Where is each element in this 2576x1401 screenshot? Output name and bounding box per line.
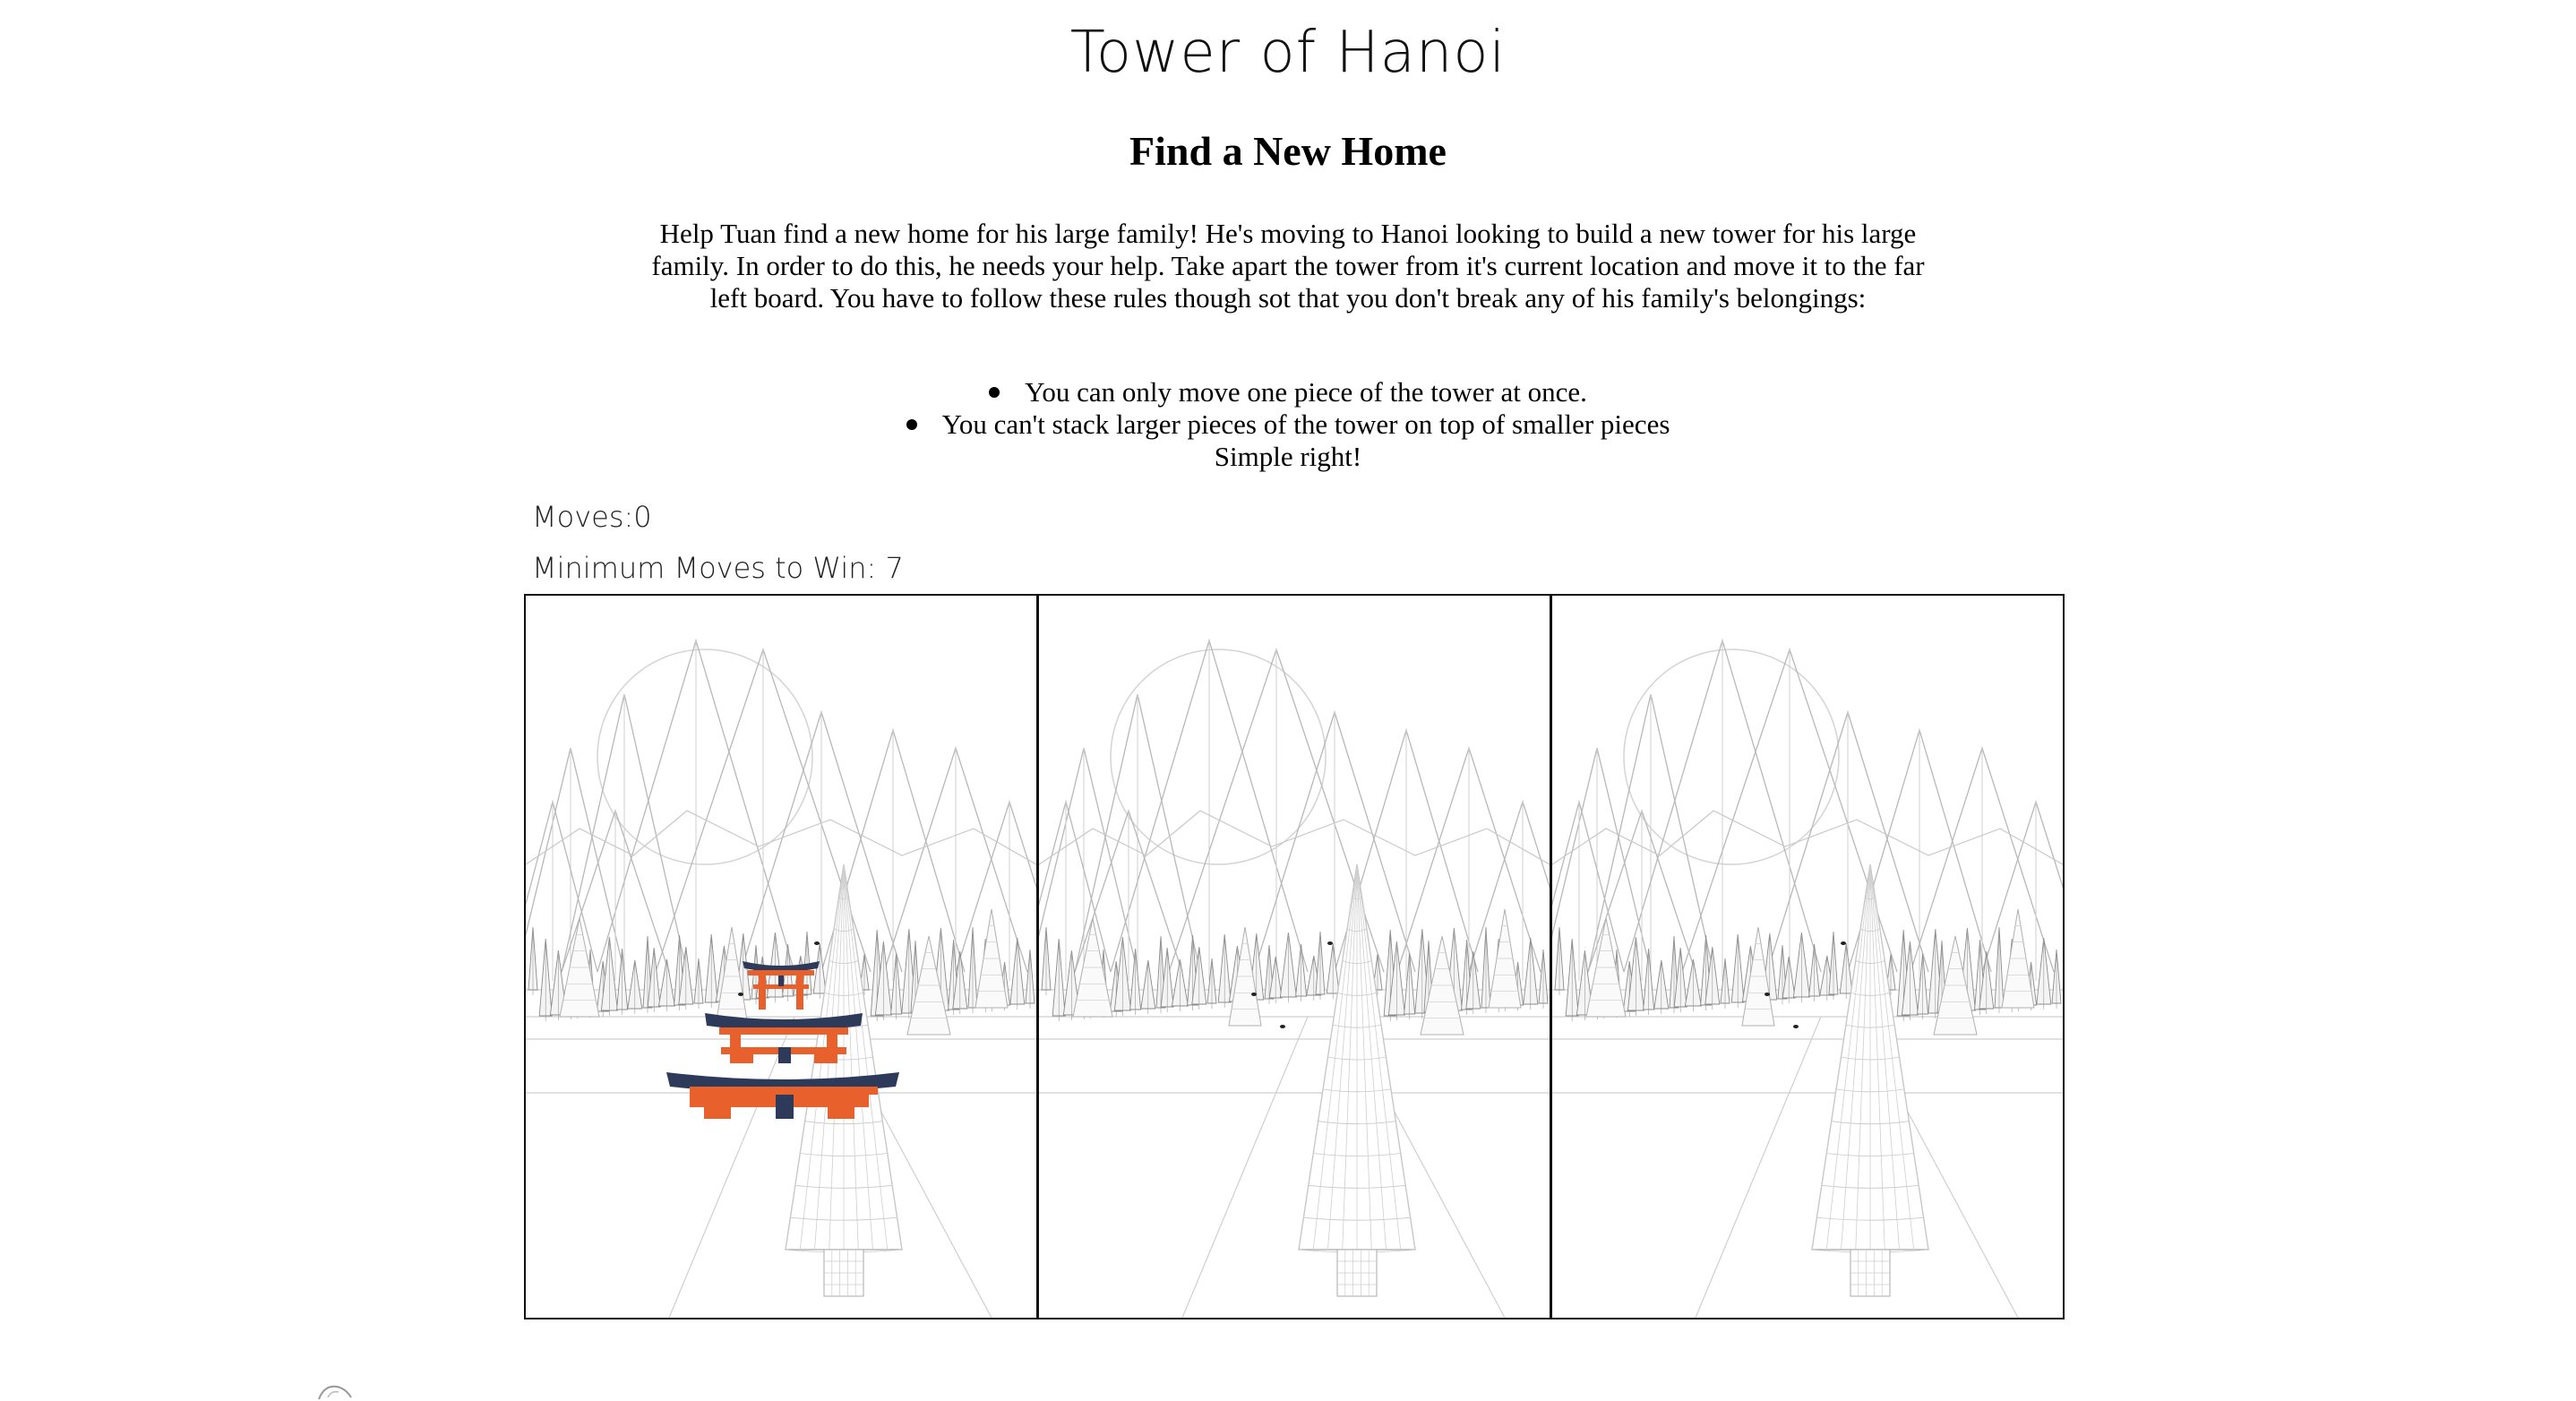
middle-board[interactable] [1036,596,1550,1318]
outro-text: Simple right! [1214,441,1362,472]
forest-background [1552,638,2063,1318]
min-moves-display: Minimum Moves to Win: 7 [532,551,904,585]
large-torii-piece[interactable] [665,1067,902,1121]
game-title: Tower of Hanoi [1069,20,1507,86]
sketch-corner-icon [318,1385,352,1400]
forest-background [526,638,1036,1318]
rule-text: You can't stack larger pieces of the tow… [941,408,1670,440]
rule-item: You can't stack larger pieces of the tow… [0,408,2576,441]
rules-list: You can only move one piece of the tower… [0,376,2576,441]
moves-label: Moves: [532,500,634,534]
page-subtitle: Find a New Home [1129,128,1447,174]
moves-value: 0 [633,500,652,534]
bullet-icon [906,418,917,430]
rule-item: You can only move one piece of the tower… [0,376,2576,408]
min-moves-value: 7 [885,551,904,585]
game-board [524,594,2065,1319]
forest-background [1039,638,1550,1318]
bullet-icon [989,386,1000,398]
intro-text: Help Tuan find a new home for his large … [651,218,1925,314]
min-moves-label: Minimum Moves to Win: [532,551,877,585]
moves-counter: Moves:0 [532,500,652,534]
right-board[interactable] [1550,596,2063,1318]
rule-text: You can only move one piece of the tower… [1025,376,1587,408]
medium-torii-piece[interactable] [703,1008,864,1065]
small-torii-piece[interactable] [741,958,821,1011]
left-board[interactable] [526,596,1036,1318]
